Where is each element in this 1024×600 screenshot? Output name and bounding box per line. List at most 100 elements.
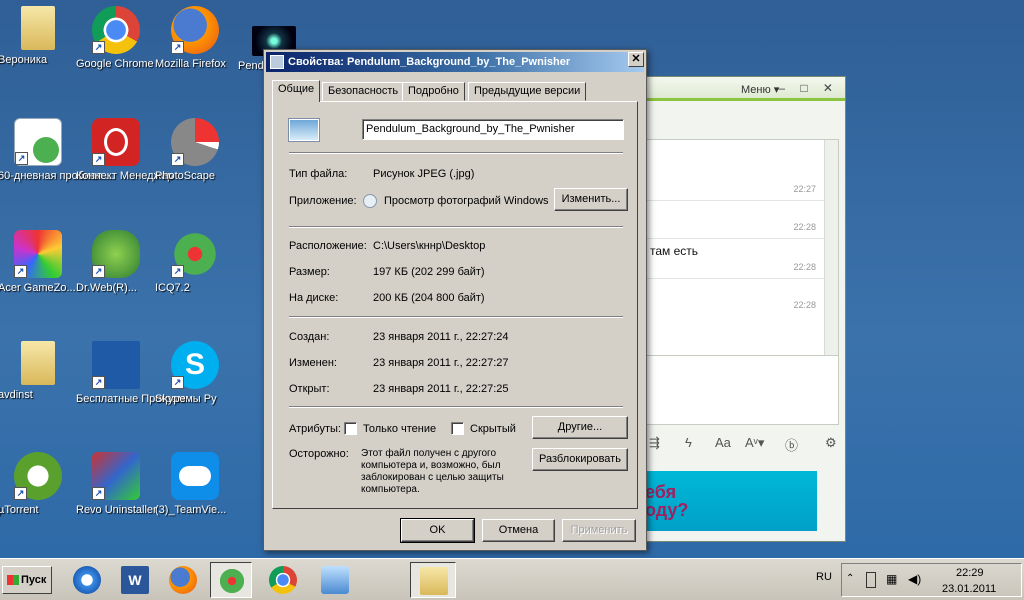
other-attributes-button[interactable]: Другие... xyxy=(532,416,628,439)
change-button[interactable]: Изменить... xyxy=(554,188,628,211)
desktop-icon-photoscape[interactable]: ↗ PhotoScape xyxy=(155,114,235,214)
application-value: Просмотр фотографий Windows xyxy=(384,195,549,207)
shortcut-arrow-icon: ↗ xyxy=(171,376,184,389)
settings-icon[interactable]: ⚙ xyxy=(825,435,837,451)
tab-general[interactable]: Общие xyxy=(272,80,321,102)
ad-banner-text: ебя оду? xyxy=(645,482,689,520)
chat-input[interactable] xyxy=(641,355,839,425)
photoscape-icon: ↗ xyxy=(171,118,219,166)
desktop-icon-icq[interactable]: ↗ ICQ7.2 xyxy=(155,226,235,326)
show-hidden-icons-icon[interactable]: ⌃ xyxy=(846,573,854,584)
size-label: Размер: xyxy=(289,266,330,278)
desktop-icon-acer-gamezone[interactable]: ↗ Acer GameZo... xyxy=(0,226,78,326)
taskbar-chrome[interactable] xyxy=(262,562,304,598)
dialog-titlebar[interactable]: Свойства: Pendulum_Background_by_The_Pwn… xyxy=(266,52,644,72)
taskbar-internet-explorer[interactable] xyxy=(66,562,108,598)
clock-date[interactable]: 23.01.2011 xyxy=(942,583,996,595)
desktop-icon-drweb[interactable]: ↗ Dr.Web(R)... xyxy=(76,226,156,326)
caution-text: Этот файл получен с другого компьютера и… xyxy=(361,448,504,495)
close-button[interactable]: ✕ xyxy=(628,52,644,67)
modified-value: 23 января 2011 г., 22:27:27 xyxy=(373,357,509,369)
chat-window-controls[interactable]: – □ ✕ xyxy=(778,81,839,95)
control-panel-icon xyxy=(321,566,349,594)
teamviewer-icon xyxy=(171,452,219,500)
divider xyxy=(289,152,623,154)
hidden-checkbox[interactable] xyxy=(451,422,464,435)
ok-button[interactable]: OK xyxy=(400,518,475,543)
clock-time[interactable]: 22:29 xyxy=(956,567,984,579)
desktop-icon-veronika[interactable]: Вероника xyxy=(0,2,78,102)
message-time: 22:27 xyxy=(793,184,816,194)
opened-label: Открыт: xyxy=(289,383,330,395)
chat-toolbar: ⇶ ϟ Aa Aᵛ▾ ⓑ ⚙ xyxy=(641,431,839,457)
desktop-icon-google-chrome[interactable]: ↗ Google Chrome xyxy=(76,2,156,102)
file-type-label: Тип файла: xyxy=(289,168,348,180)
desktop-icon-avdinst[interactable]: avdinst xyxy=(0,337,78,437)
file-name-field[interactable]: Pendulum_Background_by_The_Pwnisher xyxy=(362,119,624,140)
network-icon[interactable]: ▦ xyxy=(886,572,897,586)
application-label: Приложение: xyxy=(289,195,357,207)
start-label: Пуск xyxy=(21,574,47,586)
desktop-icon-utorrent[interactable]: ↗ µTorrent xyxy=(0,448,78,548)
apply-button[interactable]: Применить xyxy=(562,519,636,542)
message-time: 22:28 xyxy=(793,262,816,272)
start-button[interactable]: Пуск xyxy=(2,566,52,594)
desktop-icon-free-programs[interactable]: ↗ Бесплатные Программы Ру xyxy=(76,337,217,437)
language-indicator[interactable]: RU xyxy=(816,571,832,583)
hidden-label: Скрытый xyxy=(470,423,516,435)
tab-previous-versions[interactable]: Предыдущие версии xyxy=(468,82,587,101)
desktop: Вероника ↗ 60-дневная пробная ... ↗ Acer… xyxy=(0,0,1024,558)
taskbar-icq[interactable] xyxy=(210,562,252,598)
created-value: 23 января 2011 г., 22:27:24 xyxy=(373,331,509,343)
tab-details[interactable]: Подробно xyxy=(402,82,465,101)
general-tab-panel: Pendulum_Background_by_The_Pwnisher Тип … xyxy=(272,101,638,509)
desktop-icon-teamviewer[interactable]: (3)_TeamVie... xyxy=(155,448,235,548)
opened-value: 23 января 2011 г., 22:27:25 xyxy=(373,383,509,395)
divider xyxy=(289,316,623,318)
properties-dialog[interactable]: Свойства: Pendulum_Background_by_The_Pwn… xyxy=(263,49,647,551)
photo-viewer-icon xyxy=(363,194,377,208)
font-icon[interactable]: Aa xyxy=(715,435,731,450)
location-value: C:\Users\кннр\Desktop xyxy=(373,240,486,252)
folder-icon xyxy=(21,6,55,50)
divider xyxy=(289,406,623,408)
image-file-icon xyxy=(270,55,284,69)
attach-icon[interactable]: ⇶ xyxy=(649,435,660,451)
cancel-button[interactable]: Отмена xyxy=(482,519,555,542)
taskbar: Пуск W RU ⌃ ▦ ◀) 22:29 23.01.2011 xyxy=(0,558,1024,600)
battery-icon[interactable] xyxy=(866,572,876,588)
taskbar-firefox[interactable] xyxy=(162,562,204,598)
chat-titlebar[interactable]: Меню ▾ – □ ✕ xyxy=(631,77,845,101)
shortcut-arrow-icon: ↗ xyxy=(92,41,105,54)
taskbar-explorer[interactable] xyxy=(410,562,456,598)
unblock-button[interactable]: Разблокировать xyxy=(532,448,628,471)
taskbar-control-panel[interactable] xyxy=(314,562,356,598)
message-time: 22:28 xyxy=(793,300,816,310)
volume-icon[interactable]: ◀) xyxy=(908,572,921,586)
modified-label: Изменен: xyxy=(289,357,337,369)
dialog-title: Свойства: Pendulum_Background_by_The_Pwn… xyxy=(288,56,571,68)
shortcut-arrow-icon: ↗ xyxy=(171,41,184,54)
size-value: 197 КБ (202 299 байт) xyxy=(373,266,485,278)
tab-security[interactable]: Безопасность xyxy=(322,82,405,101)
chrome-icon xyxy=(269,566,297,594)
attributes-label: Атрибуты: xyxy=(289,423,341,435)
emoticon-icon[interactable]: ⓑ xyxy=(785,435,798,454)
desktop-icon-skype[interactable]: S ↗ Skype xyxy=(155,337,235,437)
spellcheck-icon[interactable]: Aᵛ▾ xyxy=(745,435,764,451)
readonly-label: Только чтение xyxy=(363,423,437,435)
desktop-icon-mozilla-firefox[interactable]: ↗ Mozilla Firefox xyxy=(155,2,235,102)
icq-icon xyxy=(218,567,246,595)
desktop-icon-revo-uninstaller[interactable]: ↗ Revo Uninstaller xyxy=(76,448,157,548)
desktop-icon-connect-manager[interactable]: ↗ Коннект Менеджер xyxy=(76,114,173,214)
chat-menu-button[interactable]: Меню ▾ xyxy=(741,83,779,96)
shortcut-arrow-icon: ↗ xyxy=(171,153,184,166)
chat-window[interactable]: Меню ▾ – □ ✕ 22:27 22:28 о там есть 22:2… xyxy=(630,76,846,542)
buzz-icon[interactable]: ϟ xyxy=(685,435,692,450)
readonly-checkbox[interactable] xyxy=(344,422,357,435)
taskbar-word[interactable]: W xyxy=(114,562,156,598)
message-text: о там есть xyxy=(640,244,699,258)
ad-banner[interactable]: ебя оду? xyxy=(641,471,817,531)
desktop-icon-office-trial[interactable]: ↗ 60-дневная пробная ... xyxy=(0,114,114,214)
divider xyxy=(642,200,824,201)
